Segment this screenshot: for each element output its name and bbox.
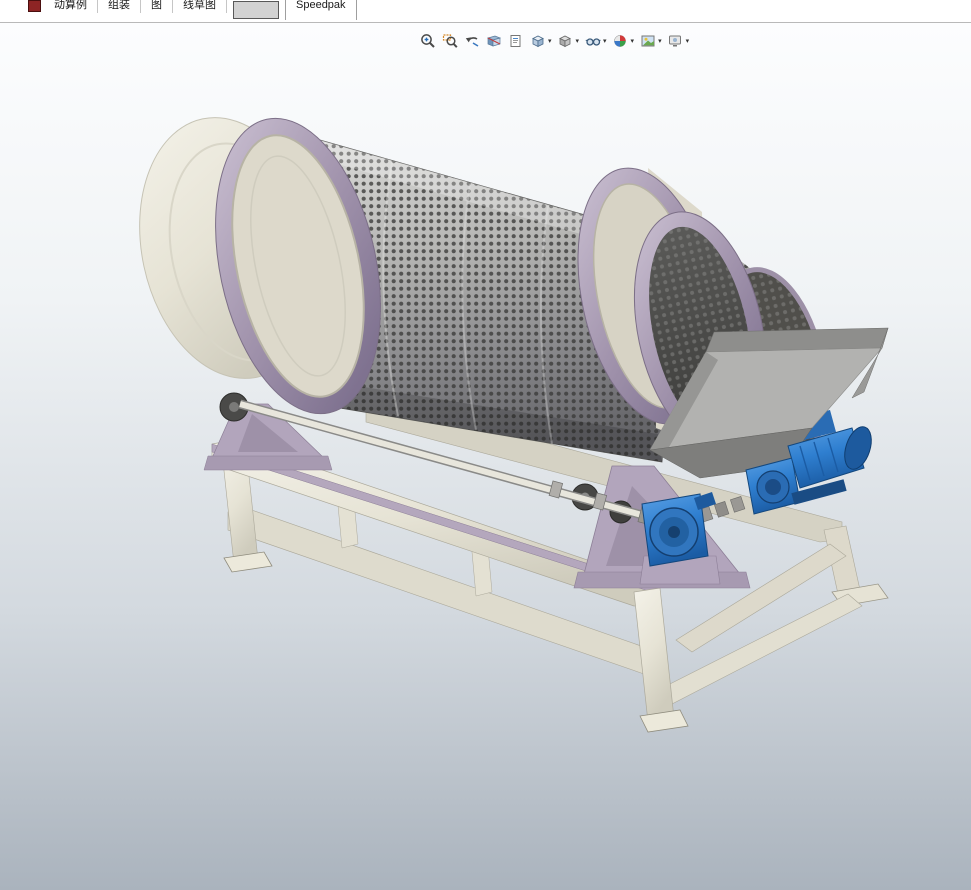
previous-view-button[interactable] xyxy=(462,32,481,51)
tabs-row: 动算例 组装 图 线草图 Speedpak xyxy=(44,0,357,22)
glasses-icon xyxy=(585,33,601,49)
display-style-icon xyxy=(557,33,573,49)
tab-assembly-label: 组装 xyxy=(108,0,130,11)
tab-sketch-label: 线草图 xyxy=(183,0,216,11)
tab-speedpak[interactable]: Speedpak xyxy=(285,0,357,20)
dynamic-annotation-views-button[interactable] xyxy=(506,32,525,51)
hide-show-dropdown-arrow[interactable]: ▾ xyxy=(603,37,607,45)
section-view-icon xyxy=(486,33,502,49)
tab-assembly[interactable]: 组装 xyxy=(98,0,141,13)
tab-motion-study[interactable]: 动算例 xyxy=(44,0,98,13)
view-settings-icon xyxy=(667,33,683,49)
center-worm-gearbox[interactable] xyxy=(642,492,716,566)
scene-icon xyxy=(640,33,656,49)
display-style-dropdown-arrow[interactable]: ▾ xyxy=(576,37,580,45)
active-tool-button[interactable] xyxy=(233,1,279,19)
view-settings-dropdown-arrow[interactable]: ▾ xyxy=(686,37,690,45)
tab-motion-study-label: 动算例 xyxy=(54,0,87,11)
view-orientation-button[interactable] xyxy=(528,32,547,51)
trommel-model[interactable] xyxy=(0,0,971,890)
view-settings-button[interactable] xyxy=(666,32,685,51)
annotation-views-icon xyxy=(508,33,524,49)
viewport-3d[interactable] xyxy=(0,22,971,890)
view-orientation-dropdown-arrow[interactable]: ▾ xyxy=(548,37,552,45)
zoom-to-fit-icon xyxy=(420,33,436,49)
document-tab-bar: 动算例 组装 图 线草图 Speedpak xyxy=(0,0,971,23)
zoom-to-area-button[interactable] xyxy=(440,32,459,51)
tab-speedpak-label: Speedpak xyxy=(296,0,346,11)
edit-appearance-dropdown-arrow[interactable]: ▾ xyxy=(631,37,635,45)
previous-view-icon xyxy=(464,33,480,49)
hide-show-items-button[interactable] xyxy=(583,32,602,51)
zoom-to-fit-button[interactable] xyxy=(418,32,437,51)
view-orientation-icon xyxy=(530,33,546,49)
apply-scene-button[interactable] xyxy=(638,32,657,51)
edit-appearance-button[interactable] xyxy=(611,32,630,51)
section-view-button[interactable] xyxy=(484,32,503,51)
tab-drawing[interactable]: 图 xyxy=(141,0,173,13)
apply-scene-dropdown-arrow[interactable]: ▾ xyxy=(658,37,662,45)
heads-up-toolbar: ▾ ▾ ▾ ▾ ▾ xyxy=(418,31,690,51)
zoom-to-area-icon xyxy=(442,33,458,49)
tab-drawing-label: 图 xyxy=(151,0,162,11)
tab-sketch[interactable]: 线草图 xyxy=(173,0,227,13)
app-icon[interactable] xyxy=(28,0,41,12)
appearance-sphere-icon xyxy=(612,33,628,49)
display-style-button[interactable] xyxy=(556,32,575,51)
